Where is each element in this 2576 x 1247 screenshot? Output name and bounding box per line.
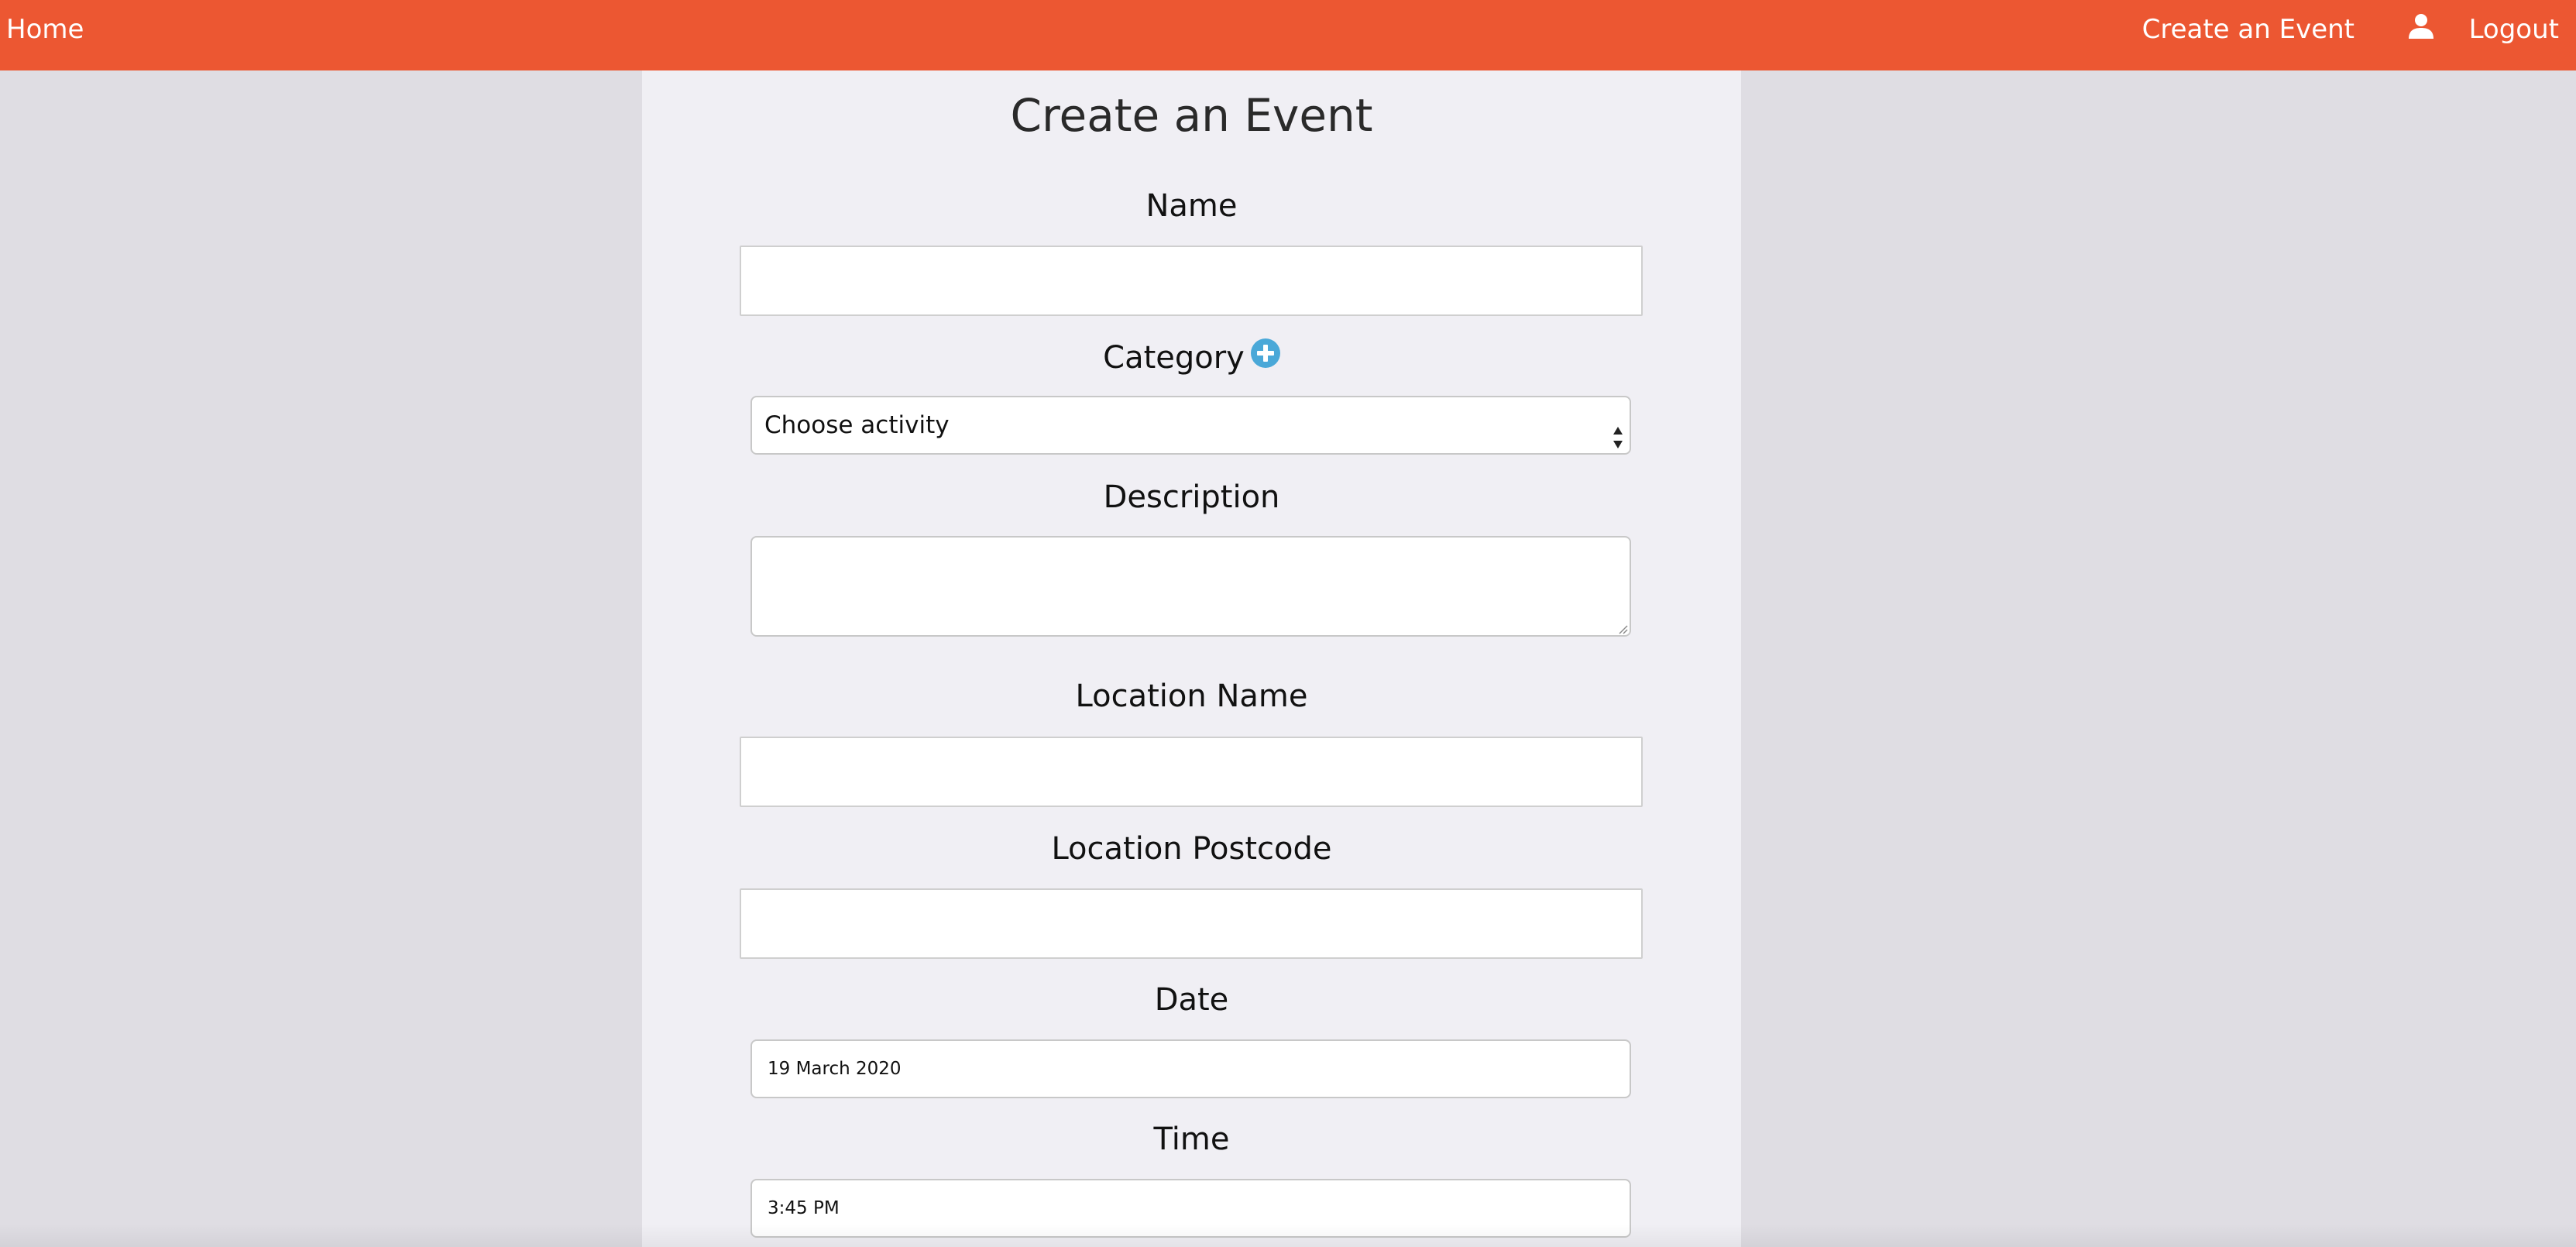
name-input[interactable]: [740, 246, 1643, 316]
time-value: 3:45 PM: [768, 1198, 840, 1218]
time-label: Time: [1153, 1122, 1230, 1157]
category-label: Category: [1103, 340, 1245, 376]
user-icon[interactable]: [2407, 12, 2435, 40]
time-input[interactable]: 3:45 PM: [750, 1179, 1631, 1238]
category-selected-value: Choose activity: [764, 411, 950, 439]
date-input[interactable]: 19 March 2020: [750, 1039, 1631, 1098]
date-value: 19 March 2020: [768, 1059, 902, 1079]
resize-grip-icon[interactable]: [1617, 623, 1628, 634]
description-textarea[interactable]: [750, 536, 1631, 637]
location-name-input[interactable]: [740, 737, 1643, 807]
create-event-panel: Create an Event Name Category Choose act…: [642, 70, 1741, 1247]
description-label: Description: [1103, 479, 1280, 515]
top-navbar: Home Create an Event Logout: [0, 0, 2576, 70]
date-label: Date: [1154, 982, 1229, 1018]
location-postcode-input[interactable]: [740, 888, 1643, 959]
logout-link[interactable]: Logout: [2469, 0, 2559, 59]
location-name-label: Location Name: [1075, 678, 1308, 714]
page-title: Create an Event: [1010, 89, 1373, 142]
select-arrows-icon: [1613, 414, 1623, 448]
plus-circle-icon[interactable]: [1250, 338, 1280, 368]
category-select[interactable]: Choose activity: [750, 396, 1631, 455]
create-event-link[interactable]: Create an Event: [2142, 0, 2354, 59]
home-link[interactable]: Home: [6, 0, 84, 59]
category-label-row: Category: [642, 338, 1741, 376]
location-postcode-label: Location Postcode: [1051, 831, 1332, 867]
name-label: Name: [1145, 188, 1238, 224]
